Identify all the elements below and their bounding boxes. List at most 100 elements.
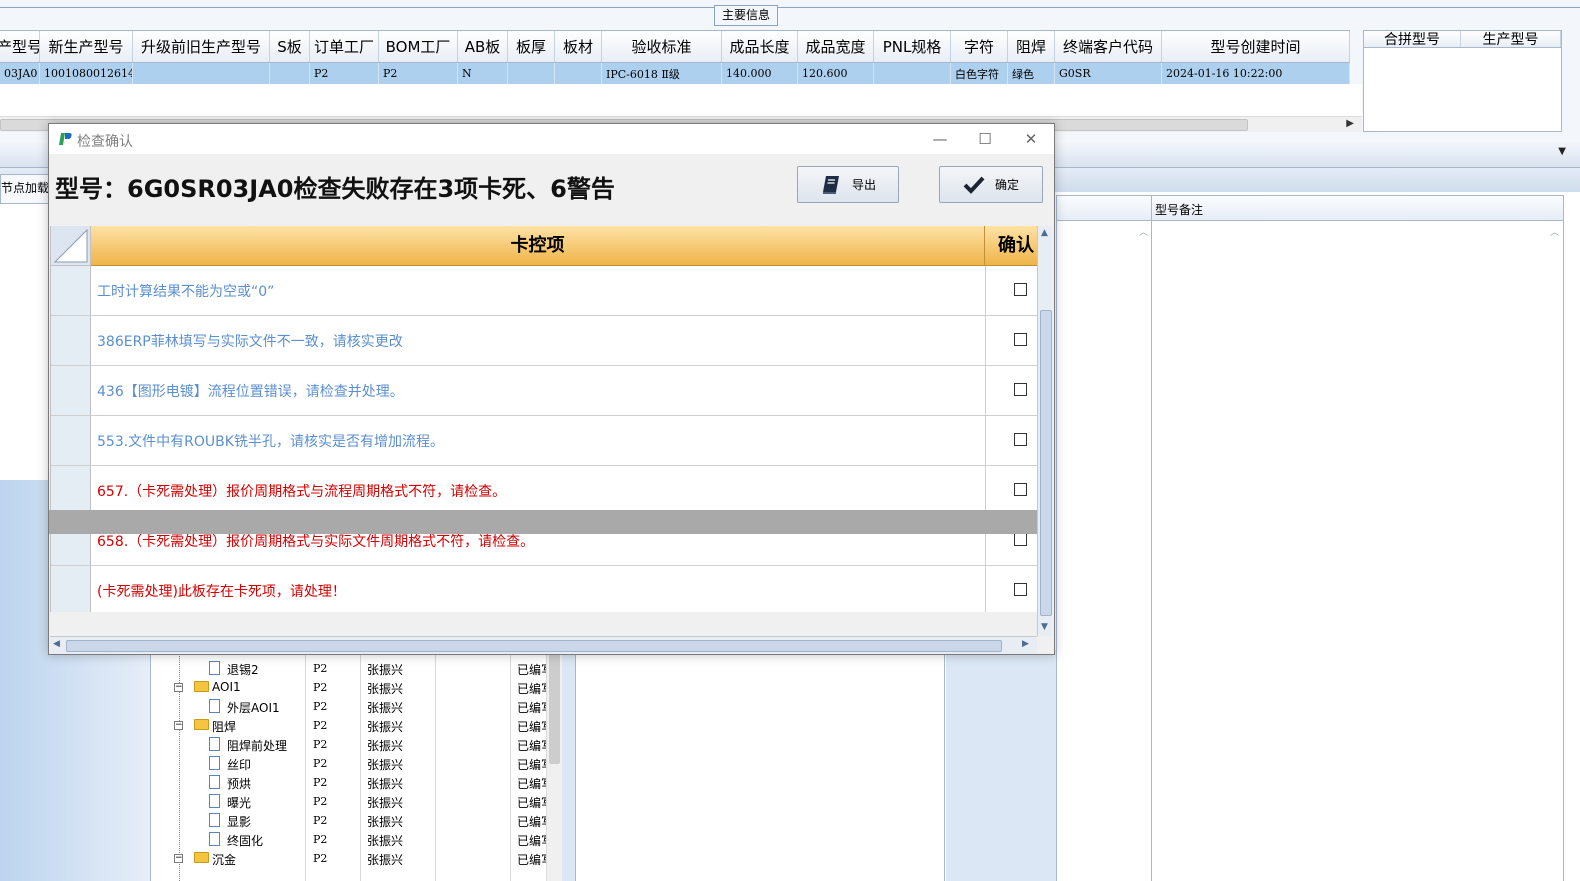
confirm-checkbox[interactable] [1014,533,1027,546]
grid-cell[interactable]: P2 [379,63,458,84]
confirm-checkbox[interactable] [1014,283,1027,296]
minimize-icon[interactable]: — [929,128,951,150]
column-header-confirm[interactable]: 确认 [985,226,1037,266]
control-item-row[interactable]: (卡死需处理)此板存在卡死项，请处理！ [51,566,1037,612]
grid-column-header[interactable]: 成品宽度 [798,31,874,62]
grid-column-header[interactable]: 阻焊 [1008,31,1055,62]
grid-column-header[interactable]: 新生产型号 [40,31,133,62]
grid-cell[interactable] [270,63,310,84]
scrollbar-thumb[interactable] [66,640,1002,652]
ok-button[interactable]: 确定 [939,166,1043,203]
scroll-right-icon[interactable]: ▶ [1022,639,1029,649]
control-item-row[interactable]: 工时计算结果不能为空或“0” [51,266,1037,316]
tree-node[interactable]: 退锡2 P2 张振兴 已编写 [151,659,553,678]
grid-column-header[interactable]: 板材 [555,31,602,62]
collapse-icon[interactable]: − [174,854,183,863]
grid-cell[interactable] [133,63,270,84]
grid-cell[interactable]: IPC-6018 Ⅱ级 [602,63,722,84]
grid-cell[interactable] [874,63,951,84]
grid-column-header[interactable]: 字符 [951,31,1008,62]
grid-column-header[interactable]: 产型号 [0,31,40,62]
grid-cell[interactable]: P2 [310,63,379,84]
table-vertical-scrollbar[interactable]: ▲ ▼ [1037,226,1053,636]
grid-selected-row[interactable]: 03JA0 10010800126144 P2 P2 N IPC-6018 Ⅱ级 140.0… [0,63,1350,84]
select-all-corner[interactable] [51,226,91,266]
row-header[interactable] [51,266,91,315]
grid-cell[interactable]: G0SR [1055,63,1162,84]
splitter[interactable] [562,650,575,881]
confirm-checkbox[interactable] [1014,583,1027,596]
grid-column-header[interactable]: S板 [270,31,310,62]
grid-cell[interactable]: 120.600 [798,63,874,84]
collapse-icon[interactable]: − [174,683,183,692]
grid-cell[interactable] [508,63,555,84]
tree-node[interactable]: 预烘 P2 张振兴 已编写 [151,773,553,792]
tree-node[interactable]: 丝印 P2 张振兴 已编写 [151,754,553,773]
grid-cell[interactable]: 140.000 [722,63,798,84]
grid-column-header[interactable]: 板厚 [508,31,555,62]
grid-cell[interactable]: N [458,63,508,84]
grid-column-header[interactable]: 型号创建时间 [1162,31,1350,62]
tree-node[interactable]: 显影 P2 张振兴 已编写 [151,811,553,830]
merge-grid-column-header[interactable]: 生产型号 [1461,31,1561,48]
confirm-cell[interactable] [985,316,1037,365]
grid-cell[interactable]: 白色字符 [951,63,1008,84]
scroll-left-icon[interactable]: ◀ [53,639,60,649]
control-item-row[interactable]: 386ERP菲林填写与实际文件不一致，请核实更改 [51,316,1037,366]
tree-node[interactable]: 外层AOI1 P2 张振兴 已编写 [151,697,553,716]
grid-column-header[interactable]: 升级前旧生产型号 [133,31,270,62]
tree-vertical-scrollbar[interactable] [546,650,562,881]
close-icon[interactable]: ✕ [1020,128,1042,150]
column-header-control-item[interactable]: 卡控项 [91,226,985,266]
scroll-up-icon[interactable]: ▲ [1041,228,1048,238]
tree-node[interactable]: 曝光 P2 张振兴 已编写 [151,792,553,811]
row-header[interactable] [51,466,91,515]
remarks-body[interactable]: ︿ [1151,221,1564,881]
scroll-right-icon[interactable]: ▶ [1346,118,1354,129]
confirm-checkbox[interactable] [1014,333,1027,346]
tree-node[interactable]: − 阻焊 P2 张振兴 已编写 [151,716,553,735]
grid-column-header[interactable]: 成品长度 [722,31,798,62]
control-item-row[interactable]: 436【图形电镀】流程位置错误，请检查并处理。 [51,366,1037,416]
grid-cell[interactable]: 10010800126144 [40,63,133,84]
tree-node[interactable]: − 沉金 P2 张振兴 已编写 [151,849,553,868]
scrollbar-thumb[interactable] [549,654,560,764]
chevron-up-icon[interactable]: ︿ [1139,225,1148,238]
collapse-icon[interactable]: − [174,721,183,730]
dropdown-arrow-icon[interactable]: ▼ [1558,146,1566,157]
control-item-row[interactable]: 657.（卡死需处理）报价周期格式与流程周期格式不符，请检查。 [51,466,1037,516]
chevron-up-icon[interactable]: ︿ [1550,225,1559,238]
export-button[interactable]: 导出 [797,166,899,203]
confirm-cell[interactable] [985,366,1037,415]
table-horizontal-scrollbar[interactable]: ◀ ▶ [50,636,1037,654]
confirm-cell[interactable] [985,416,1037,465]
confirm-cell[interactable] [985,566,1037,612]
tree-node[interactable]: − AOI1 P2 张振兴 已编写 [151,678,553,697]
grid-column-header[interactable]: 订单工厂 [310,31,379,62]
maximize-icon[interactable]: ☐ [974,128,996,150]
row-header[interactable] [51,566,91,612]
confirm-cell[interactable] [985,266,1037,315]
confirm-checkbox[interactable] [1014,483,1027,496]
tree-node[interactable]: 阻焊前处理 P2 张振兴 已编写 [151,735,553,754]
scroll-down-icon[interactable]: ▼ [1041,622,1048,632]
row-header[interactable] [51,366,91,415]
grid-column-header[interactable]: PNL规格 [874,31,951,62]
grid-column-header[interactable]: 验收标准 [602,31,722,62]
grid-column-header[interactable]: AB板 [458,31,508,62]
grid-cell[interactable] [555,63,602,84]
dialog-title-bar[interactable]: 检查确认 — ☐ ✕ [49,124,1054,154]
row-header[interactable] [51,316,91,365]
grid-cell[interactable]: 2024-01-16 10:22:00 [1162,63,1350,84]
merge-grid-column-header[interactable]: 合拼型号 [1364,31,1462,48]
confirm-cell[interactable] [985,466,1037,515]
grid-cell[interactable]: 绿色 [1008,63,1055,84]
tree-node[interactable]: 终固化 P2 张振兴 已编写 [151,830,553,849]
control-item-row[interactable]: 553.文件中有ROUBK铣半孔，请核实是否有增加流程。 [51,416,1037,466]
confirm-checkbox[interactable] [1014,433,1027,446]
grid-column-header[interactable]: BOM工厂 [379,31,458,62]
confirm-checkbox[interactable] [1014,383,1027,396]
row-header[interactable] [51,416,91,465]
scrollbar-thumb[interactable] [1040,310,1052,616]
grid-cell[interactable]: 03JA0 [0,63,40,84]
